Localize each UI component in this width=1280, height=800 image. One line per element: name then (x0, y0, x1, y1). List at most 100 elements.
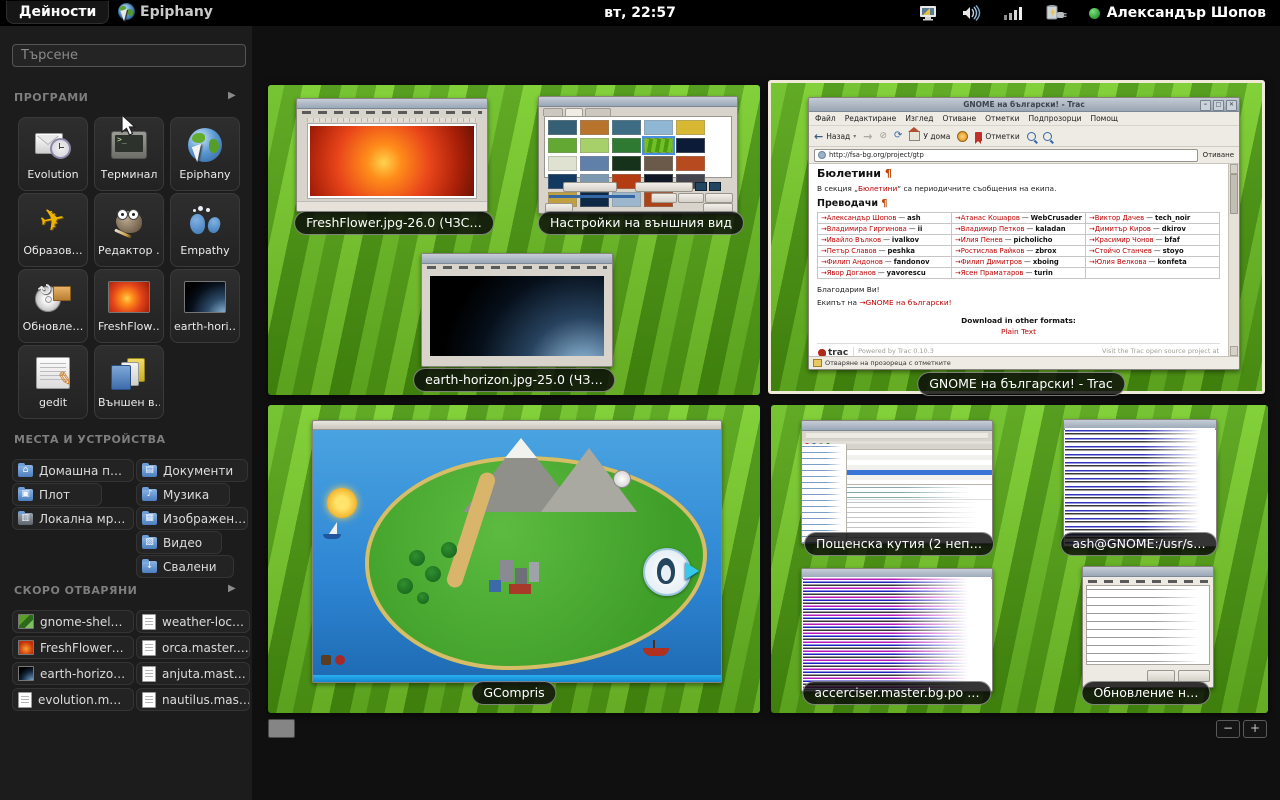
recent-item-orca-po[interactable]: orca.master.… (136, 636, 250, 659)
window-appearance-preferences[interactable] (538, 96, 738, 214)
recent-item-gnome-shell[interactable]: gnome-shel… (12, 610, 134, 633)
forward-button[interactable]: → (863, 131, 872, 142)
window-gimp-freshflower[interactable] (296, 98, 488, 212)
scroll-thumb[interactable] (1230, 174, 1238, 214)
window-gimp-earth-horizon[interactable] (421, 253, 613, 367)
app-menu[interactable]: Epiphany (118, 3, 213, 20)
app-tile-gedit[interactable]: gedit (18, 345, 88, 419)
maximize-button[interactable]: □ (1213, 100, 1224, 111)
add-button[interactable] (705, 193, 733, 203)
place-item-documents[interactable]: ▤ Документи (136, 459, 248, 482)
button-2[interactable] (678, 193, 704, 203)
menu-tabs[interactable]: Подпрозорци (1028, 114, 1081, 123)
back-button[interactable]: ← Назад ▾ (814, 131, 856, 142)
style-dropdown[interactable] (563, 182, 617, 192)
window-gcompris[interactable] (312, 420, 722, 683)
place-item-home[interactable]: ⌂ Домашна п… (12, 459, 134, 482)
colors-dropdown[interactable] (635, 182, 693, 192)
go-button[interactable]: Отиване (1203, 151, 1234, 159)
back-dropdown-icon[interactable]: ▾ (853, 133, 856, 140)
place-item-network[interactable]: ▥ Локална мр… (12, 507, 134, 530)
menu-bookmarks[interactable]: Отметки (985, 114, 1019, 123)
tab-theme[interactable] (543, 108, 563, 116)
app-tile-evolution[interactable]: Evolution (18, 117, 88, 191)
tab-fonts[interactable] (585, 108, 611, 116)
window-evolution-mail[interactable] (801, 420, 993, 544)
window-titlebar[interactable]: GNOME на български! - Trac – □ ✕ (809, 98, 1239, 112)
remove-workspace-button[interactable]: − (1216, 720, 1240, 738)
app-tile-earth-horizon[interactable]: earth-hori… (170, 269, 240, 343)
color-swatch-2[interactable] (709, 182, 721, 191)
translator-link[interactable]: →Владимир Петков (955, 225, 1025, 233)
place-item-pictures[interactable]: ▦ Изображен… (136, 507, 248, 530)
app-tile-empathy[interactable]: Empathy (170, 193, 240, 267)
translator-link[interactable]: →Юлия Велкова (1089, 258, 1147, 266)
translator-link[interactable]: →Ивайло Вълков (821, 236, 881, 244)
recent-item-earth-horizon[interactable]: earth-horizo… (12, 662, 134, 685)
button-1[interactable] (651, 193, 677, 203)
translator-link[interactable]: →Атанас Кошаров (955, 214, 1020, 222)
add-workspace-button[interactable]: + (1243, 720, 1267, 738)
wallpaper-grid[interactable] (544, 116, 732, 178)
app-tile-epiphany[interactable]: Epiphany (170, 117, 240, 191)
place-item-desktop[interactable]: ▣ Плот (12, 483, 102, 506)
history-icon[interactable] (957, 131, 968, 142)
selected-wallpaper[interactable] (644, 138, 673, 153)
place-item-music[interactable]: ♪ Музика (136, 483, 230, 506)
team-link[interactable]: →GNOME на български! (859, 298, 951, 307)
translator-link[interactable]: →Явор Доганов (821, 269, 876, 277)
place-item-downloads[interactable]: ↓ Свалени (136, 555, 234, 578)
window-epiphany-trac[interactable]: GNOME на български! - Trac – □ ✕ Файл Ре… (808, 97, 1240, 370)
workspace-indicator[interactable] (268, 719, 295, 738)
activity-bubble[interactable] (643, 548, 691, 596)
tab-background[interactable] (565, 108, 583, 116)
anchor-mark[interactable]: ¶ (885, 167, 892, 180)
network-signal-icon[interactable] (1003, 5, 1023, 21)
menu-file[interactable]: Файл (815, 114, 836, 123)
app-tile-updates[interactable]: ↻ Обновле… (18, 269, 88, 343)
scroll-down-arrow[interactable] (1230, 346, 1238, 356)
recent-item-weather-locations[interactable]: weather-loc… (136, 610, 250, 633)
search-input[interactable] (12, 44, 246, 67)
battery-plug-icon[interactable] (1045, 5, 1067, 22)
translator-link[interactable]: →Ясен Праматаров (955, 269, 1023, 277)
get-more-backgrounds-link[interactable] (549, 195, 635, 198)
scrollbar[interactable] (1228, 164, 1239, 356)
volume-icon[interactable] (961, 5, 981, 21)
recent-item-evolution-po[interactable]: evolution.m… (12, 688, 134, 711)
scroll-up-arrow[interactable] (1230, 164, 1238, 174)
activities-button[interactable]: Дейности (6, 1, 109, 24)
window-vim-po-file[interactable] (801, 568, 993, 692)
menu-help[interactable]: Помощ (1090, 114, 1118, 123)
gcompris-menu-icon[interactable] (321, 655, 331, 665)
translator-link[interactable]: →Петър Славов (821, 247, 877, 255)
selected-message-row[interactable] (847, 470, 992, 475)
recent-expand-icon[interactable]: ▶ (228, 583, 236, 594)
user-menu[interactable]: Александър Шопов (1089, 5, 1266, 21)
url-input[interactable]: http://fsa-bg.org/project/gtp (814, 149, 1198, 162)
bulletins-link[interactable]: Бюлетини (858, 184, 897, 193)
recent-item-anjuta-po[interactable]: anjuta.mast… (136, 662, 250, 685)
level-arrow-icon[interactable] (685, 562, 699, 580)
home-button[interactable]: У дома (909, 131, 950, 141)
zoom-out-button[interactable] (1043, 132, 1052, 141)
translator-link[interactable]: →Стойчо Станчев (1089, 247, 1152, 255)
translator-link[interactable]: →Димитър Киров (1089, 225, 1151, 233)
menu-go[interactable]: Отиване (942, 114, 976, 123)
menu-edit[interactable]: Редактиране (845, 114, 897, 123)
app-tile-gimp[interactable]: Редактор … (94, 193, 164, 267)
translator-link[interactable]: →Филип Андонов (821, 258, 883, 266)
color-swatch-1[interactable] (695, 182, 707, 191)
translator-link[interactable]: →Владимира Гиргинова (821, 225, 907, 233)
reload-button[interactable]: ⟳ (894, 131, 902, 141)
app-tile-appearance[interactable]: Външен в… (94, 345, 164, 419)
window-update-manager[interactable] (1082, 566, 1214, 688)
translator-link[interactable]: →Ростислав Райков (955, 247, 1024, 255)
app-tile-gcompris[interactable]: ✈ Образов… (18, 193, 88, 267)
gcompris-help-icon[interactable] (335, 655, 345, 665)
app-tile-freshflower[interactable]: FreshFlow… (94, 269, 164, 343)
window-terminal[interactable] (1063, 419, 1217, 547)
minimize-button[interactable]: – (1200, 100, 1211, 111)
clock[interactable]: вт, 22:57 (604, 5, 676, 21)
close-button[interactable]: ✕ (1226, 100, 1237, 111)
